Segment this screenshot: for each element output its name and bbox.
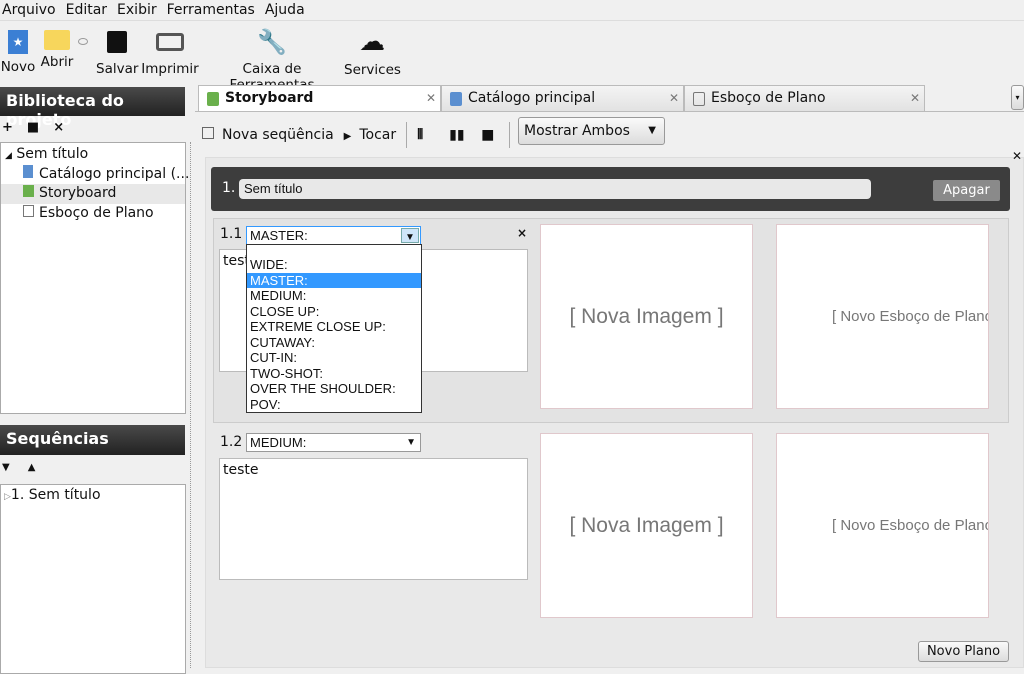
printer-icon: [156, 33, 184, 51]
new-sketch-frame[interactable]: [ Novo Esboço de Plano ]: [776, 433, 989, 618]
shot-description[interactable]: teste: [219, 458, 528, 580]
tab-catalogo[interactable]: Catálogo principal ✕: [441, 85, 684, 111]
salvar-button[interactable]: Salvar: [96, 26, 138, 77]
play-button[interactable]: ▶ Tocar: [344, 127, 396, 143]
option-pov[interactable]: POV:: [247, 397, 421, 413]
tabs-divider: [195, 111, 1024, 112]
cloud-icon: ☁: [359, 27, 385, 57]
tree-root[interactable]: ◢ Sem título: [1, 145, 185, 165]
new-sequence-button[interactable]: Nova seqüência: [202, 127, 334, 143]
sequences-header: Sequências: [0, 425, 185, 455]
close-icon[interactable]: ×: [53, 120, 64, 135]
menu-editar[interactable]: Editar: [66, 0, 107, 20]
stop-icon[interactable]: ■: [481, 127, 501, 143]
shot-number: 1.1: [220, 226, 243, 242]
shot-type-select[interactable]: MEDIUM: ▼: [246, 433, 421, 452]
option-close-up[interactable]: CLOSE UP:: [247, 304, 421, 320]
abrir-button[interactable]: Abrir: [38, 26, 76, 70]
menu-ferramentas[interactable]: Ferramentas: [167, 0, 255, 20]
new-file-icon: ★: [8, 30, 28, 54]
shot-type-dropdown: WIDE: MASTER: MEDIUM: CLOSE UP: EXTREME …: [246, 244, 422, 413]
tab-esboco[interactable]: Esboço de Plano ✕: [684, 85, 925, 111]
add-icon[interactable]: +: [2, 120, 13, 135]
new-sequence-icon: [202, 127, 214, 139]
imprimir-button[interactable]: Imprimir: [140, 26, 200, 77]
tree-item-esboco[interactable]: Esboço de Plano: [1, 204, 185, 224]
folder-icon[interactable]: ■: [27, 120, 39, 135]
sketch-icon: [23, 204, 34, 217]
sequence-header: 1. Sem título Apagar: [211, 167, 1010, 211]
dropdown-dot-icon[interactable]: [78, 38, 88, 45]
menu-exibir[interactable]: Exibir: [117, 0, 157, 20]
delete-sequence-button[interactable]: Apagar: [933, 180, 1000, 201]
sequence-title-input[interactable]: Sem título: [239, 179, 871, 199]
tree-item-storyboard[interactable]: Storyboard: [1, 184, 185, 204]
abrir-label: Abrir: [40, 54, 74, 70]
sequence-number: 1.: [222, 180, 236, 196]
splitter[interactable]: [190, 142, 191, 668]
storyboard-toolbar: Nova seqüência ▶ Tocar ⦀ ▮▮ ■: [202, 122, 512, 148]
close-icon[interactable]: ✕: [1012, 149, 1022, 163]
close-icon[interactable]: ✕: [426, 86, 436, 110]
sequences-tree: ▷1. Sem título: [0, 484, 186, 674]
pause-icon[interactable]: ▮▮: [449, 127, 475, 143]
services-button[interactable]: ☁ Services: [344, 26, 401, 78]
save-icon: [107, 31, 127, 53]
services-label: Services: [344, 62, 401, 78]
close-icon[interactable]: ✕: [669, 86, 679, 110]
library-header: Biblioteca do projeto: [0, 87, 185, 129]
new-sketch-frame[interactable]: [ Novo Esboço de Plano ]: [776, 224, 989, 409]
option-extreme-close-up[interactable]: EXTREME CLOSE UP:: [247, 319, 421, 335]
book-icon: [23, 164, 33, 178]
caixa-ferramentas-button[interactable]: 🔧Caixa de Ferramentas: [202, 26, 342, 93]
new-image-frame[interactable]: [ Nova Imagem ]: [540, 433, 753, 618]
option-over-the-shoulder[interactable]: OVER THE SHOULDER:: [247, 381, 421, 397]
sequences-toolbar: ▼ ▲: [2, 462, 35, 473]
play-icon: ▶: [343, 131, 352, 142]
option-medium[interactable]: MEDIUM:: [247, 288, 421, 304]
shot-number: 1.2: [220, 434, 243, 450]
menu-arquivo[interactable]: Arquivo: [2, 0, 56, 20]
view-mode-select[interactable]: Mostrar Ambos ▼: [518, 117, 665, 145]
option-two-shot[interactable]: TWO-SHOT:: [247, 366, 421, 382]
library-toolbar: + ■ ×: [2, 120, 64, 135]
delete-shot-icon[interactable]: ×: [517, 226, 527, 240]
novo-button[interactable]: ★ Novo: [0, 26, 36, 75]
sequence-item[interactable]: ▷1. Sem título: [1, 486, 185, 506]
salvar-label: Salvar: [96, 61, 139, 77]
storyboard-icon: [23, 185, 34, 197]
tabs-menu-button[interactable]: ▾: [1011, 85, 1024, 110]
new-shot-button[interactable]: Novo Plano: [918, 641, 1009, 662]
move-down-icon[interactable]: ▼: [2, 462, 10, 473]
folder-icon: [44, 30, 70, 50]
option-cutaway[interactable]: CUTAWAY:: [247, 335, 421, 351]
imprimir-label: Imprimir: [141, 61, 199, 77]
menu-bar: Arquivo Editar Exibir Ferramentas Ajuda: [0, 0, 1024, 21]
tab-storyboard[interactable]: Storyboard ✕: [198, 85, 441, 111]
move-up-icon[interactable]: ▲: [28, 462, 36, 473]
menu-ajuda[interactable]: Ajuda: [265, 0, 305, 20]
new-image-frame[interactable]: [ Nova Imagem ]: [540, 224, 753, 409]
columns-icon[interactable]: ⦀: [417, 127, 443, 143]
close-icon[interactable]: ✕: [910, 86, 920, 110]
shot-type-select[interactable]: MASTER: ▼: [246, 226, 421, 245]
option-wide[interactable]: WIDE:: [247, 257, 421, 273]
wrench-icon: 🔧: [257, 28, 287, 56]
option-cut-in[interactable]: CUT-IN:: [247, 350, 421, 366]
novo-label: Novo: [0, 59, 36, 75]
tree-item-catalogo[interactable]: Catálogo principal (...: [1, 164, 189, 185]
library-tree: ◢ Sem título Catálogo principal (... Sto…: [0, 142, 189, 414]
option-master[interactable]: MASTER:: [247, 272, 421, 288]
